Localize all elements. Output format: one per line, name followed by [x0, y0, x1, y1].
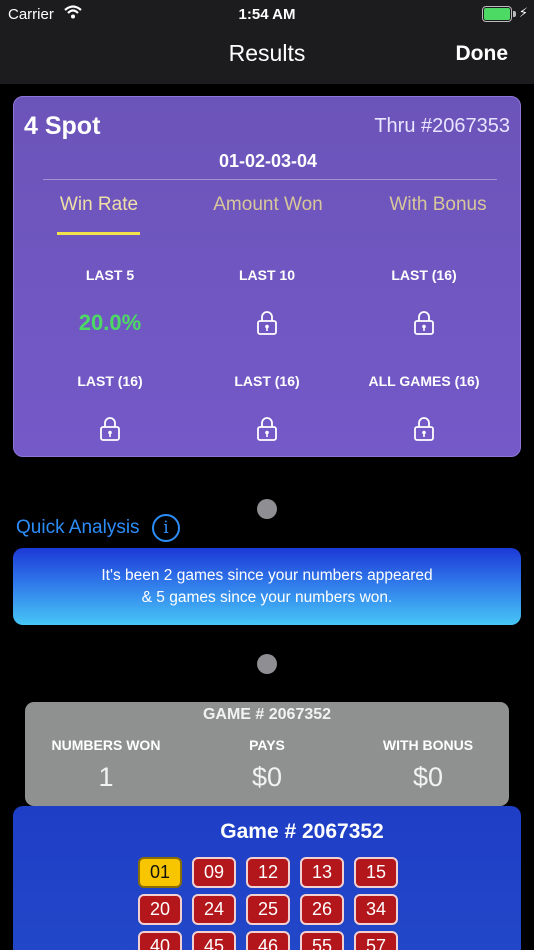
game-numbers-panel: Game # 2067352 01 09 12 13 15 20 24 25 26 34 40 45 4… — [13, 806, 521, 950]
ball: 09 — [192, 857, 236, 888]
ball: 15 — [354, 857, 398, 888]
lock-icon[interactable] — [256, 416, 278, 442]
tab-amount-won[interactable]: Amount Won — [183, 194, 353, 216]
ball: 20 — [138, 894, 182, 925]
cell-label-last-10: LAST 10 — [238, 267, 295, 283]
ball: 26 — [300, 894, 344, 925]
cell-label-last-16: LAST (16) — [391, 267, 457, 283]
page-title: Results — [228, 40, 306, 66]
numbers-won-label: NUMBERS WON — [51, 737, 161, 753]
win-rate-value: 20.0% — [78, 310, 142, 335]
active-tab-indicator — [57, 232, 140, 235]
results-card: 4 Spot Thru #2067353 01-02-03-04 Win Rat… — [13, 96, 521, 457]
ball: 57 — [354, 931, 398, 950]
lock-icon[interactable] — [413, 310, 435, 336]
ball-hit: 01 — [138, 857, 182, 888]
info-icon[interactable]: i — [152, 514, 180, 542]
spot-title: 4 Spot — [24, 112, 101, 140]
battery-icon — [482, 6, 516, 22]
quick-analysis-line: It's been 2 games since your numbers app… — [101, 567, 433, 584]
lock-icon[interactable] — [256, 310, 278, 336]
ball: 40 — [138, 931, 182, 950]
ball: 24 — [192, 894, 236, 925]
ball: 12 — [246, 857, 290, 888]
cell-label-all-games: ALL GAMES (16) — [368, 373, 480, 389]
game-summary: GAME # 2067352 NUMBERS WON 1 PAYS $0 WIT… — [25, 702, 509, 806]
tab-with-bonus[interactable]: With Bonus — [353, 194, 523, 216]
cell-label-last-16: LAST (16) — [77, 373, 143, 389]
pays-label: PAYS — [249, 737, 285, 753]
top-bar: Carrier 1:54 AM ⚡ Results Done — [0, 0, 534, 84]
quick-analysis-line: & 5 games since your numbers won. — [141, 589, 393, 606]
status-time: 1:54 AM — [238, 6, 296, 23]
cell-label-last-16: LAST (16) — [234, 373, 300, 389]
ball: 45 — [192, 931, 236, 950]
ball: 13 — [300, 857, 344, 888]
game-title: Game # 2067352 — [220, 820, 384, 843]
with-bonus-label: WITH BONUS — [382, 737, 474, 753]
cell-label-last-5: LAST 5 — [85, 267, 135, 283]
ball: 25 — [246, 894, 290, 925]
done-button[interactable]: Done — [456, 42, 509, 66]
ball: 34 — [354, 894, 398, 925]
lock-icon[interactable] — [99, 416, 121, 442]
picked-numbers: 01-02-03-04 — [218, 151, 318, 171]
pays-value: $0 — [251, 762, 283, 792]
lock-icon[interactable] — [413, 416, 435, 442]
tab-win-rate[interactable]: Win Rate — [14, 194, 184, 216]
status-bar: Carrier 1:54 AM ⚡ — [0, 0, 534, 28]
divider — [43, 179, 497, 180]
quick-analysis-box: It's been 2 games since your numbers app… — [13, 548, 521, 625]
page-indicator-dot[interactable] — [257, 499, 277, 519]
thru-game: Thru #2067353 — [374, 115, 510, 137]
page-indicator-dot[interactable] — [257, 654, 277, 674]
numbers-won-value: 1 — [98, 762, 114, 792]
ball: 46 — [246, 931, 290, 950]
with-bonus-value: $0 — [412, 762, 444, 792]
ball: 55 — [300, 931, 344, 950]
charging-icon: ⚡ — [518, 5, 528, 20]
summary-title: GAME # 2067352 — [202, 706, 332, 723]
quick-analysis-title[interactable]: Quick Analysis — [16, 517, 140, 539]
